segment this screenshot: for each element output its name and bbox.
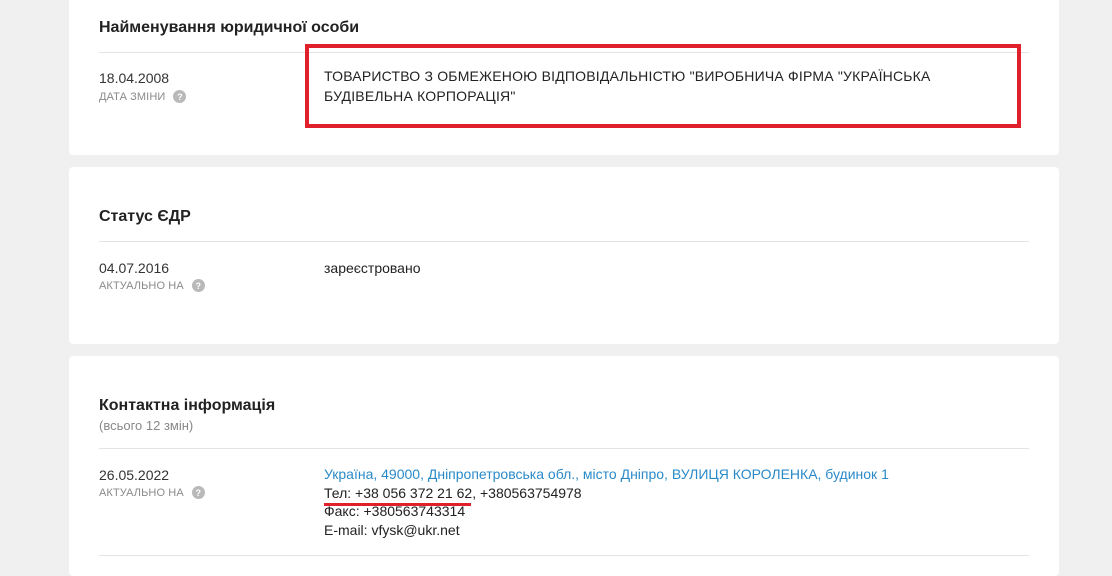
status-value: зареєстровано [324, 260, 421, 276]
legal-name-date: 18.04.2008 [99, 70, 170, 86]
date-label-text: ДАТА ЗМІНИ [99, 90, 166, 103]
divider [99, 241, 1029, 242]
phone-secondary: , +380563754978 [472, 484, 582, 501]
address-link[interactable]: Україна, 49000, Дніпропетровська обл., м… [324, 466, 889, 482]
legal-name-value: ТОВАРИСТВО З ОБМЕЖЕНОЮ ВІДПОВІДАЛЬНІСТЮ … [324, 68, 931, 104]
highlight-underline [324, 503, 471, 506]
date-label-text: АКТУАЛЬНО НА [99, 486, 184, 499]
divider [99, 555, 1029, 556]
legal-name-title: Найменування юридичної особи [99, 19, 360, 36]
phone-primary: Тел: +38 056 372 21 62 [324, 484, 473, 506]
status-title: Статус ЄДР [99, 208, 191, 225]
email: E-mail: vfysk@ukr.net [324, 521, 460, 538]
help-icon[interactable]: ? [191, 279, 205, 292]
phone-primary-text: Тел: +38 056 372 21 62 [324, 484, 473, 501]
status-card: Статус ЄДР 04.07.2016 АКТУАЛЬНО НА ? зар… [69, 167, 1059, 344]
contacts-title: Контактна інформація [99, 397, 276, 414]
status-date: 04.07.2016 [99, 260, 170, 276]
divider [99, 448, 1029, 449]
contacts-card: Контактна інформація (всього 12 змін) 26… [69, 356, 1059, 576]
contacts-date: 26.05.2022 [99, 467, 170, 483]
contacts-value: Україна, 49000, Дніпропетровська обл., м… [324, 465, 889, 539]
legal-name-card: Найменування юридичної особи 18.04.2008 … [69, 0, 1059, 155]
contacts-subtitle: (всього 12 змін) [99, 418, 194, 433]
status-date-label: АКТУАЛЬНО НА ? [99, 279, 205, 292]
contacts-date-label: АКТУАЛЬНО НА ? [99, 486, 205, 499]
date-label-text: АКТУАЛЬНО НА [99, 279, 184, 292]
help-icon[interactable]: ? [173, 90, 187, 103]
legal-name-date-label: ДАТА ЗМІНИ ? [99, 90, 187, 103]
help-icon[interactable]: ? [191, 486, 205, 499]
